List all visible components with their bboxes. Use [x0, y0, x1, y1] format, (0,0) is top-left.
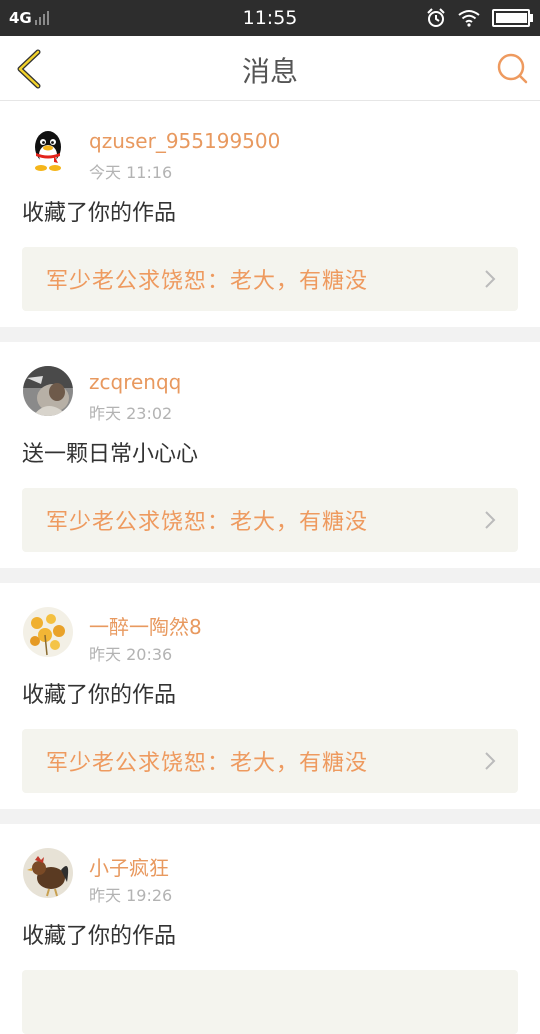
wifi-icon — [458, 10, 480, 27]
message-header: qzuser_955199500 今天 11:16 — [22, 101, 518, 205]
username[interactable]: zcqrenqq — [89, 370, 181, 394]
message-card: qzuser_955199500 今天 11:16 收藏了你的作品 军少老公求饶… — [0, 101, 540, 327]
work-reference[interactable]: 军少老公求饶恕：老大，有糖没 — [22, 247, 518, 311]
message-card: 小子疯狂 昨天 19:26 收藏了你的作品 — [0, 824, 540, 1034]
work-reference[interactable]: 军少老公求饶恕：老大，有糖没 — [22, 488, 518, 552]
search-icon[interactable] — [496, 52, 528, 84]
status-icons — [426, 8, 533, 28]
work-reference[interactable]: 军少老公求饶恕：老大，有糖没 — [22, 729, 518, 793]
flower-avatar[interactable] — [23, 607, 73, 657]
divider — [0, 809, 540, 824]
chevron-right-icon — [485, 752, 496, 770]
status-bar: 4G 11:55 — [0, 0, 540, 36]
chevron-right-icon — [485, 270, 496, 288]
timestamp: 今天 11:16 — [89, 163, 173, 182]
message-card: zcqrenqq 昨天 23:02 送一颗日常小心心 军少老公求饶恕：老大，有糖… — [0, 342, 540, 568]
work-title: 军少老公求饶恕：老大，有糖没 — [46, 510, 369, 535]
username[interactable]: 一醉一陶然8 — [89, 611, 202, 640]
work-title: 军少老公求饶恕：老大，有糖没 — [46, 751, 369, 776]
divider — [0, 327, 540, 342]
qq-penguin-avatar[interactable] — [23, 125, 73, 175]
work-reference[interactable] — [22, 970, 518, 1034]
message-card: 一醉一陶然8 昨天 20:36 收藏了你的作品 军少老公求饶恕：老大，有糖没 — [0, 583, 540, 809]
work-title: 军少老公求饶恕：老大，有糖没 — [46, 269, 369, 294]
divider — [0, 568, 540, 583]
alarm-icon — [427, 8, 445, 27]
message-header: zcqrenqq 昨天 23:02 — [22, 342, 518, 446]
message-header: 一醉一陶然8 昨天 20:36 — [22, 583, 518, 687]
rooster-avatar[interactable] — [23, 848, 73, 898]
chevron-right-icon — [485, 511, 496, 529]
photo-avatar[interactable] — [23, 366, 73, 416]
page-title: 消息 — [241, 55, 298, 88]
battery-icon — [492, 9, 533, 27]
title-bar: 消息 — [0, 36, 540, 101]
timestamp: 昨天 19:26 — [89, 886, 173, 905]
timestamp: 昨天 23:02 — [89, 404, 173, 423]
username[interactable]: qzuser_955199500 — [89, 129, 280, 153]
message-header: 小子疯狂 昨天 19:26 — [22, 824, 518, 928]
username[interactable]: 小子疯狂 — [89, 852, 169, 881]
timestamp: 昨天 20:36 — [89, 645, 173, 664]
